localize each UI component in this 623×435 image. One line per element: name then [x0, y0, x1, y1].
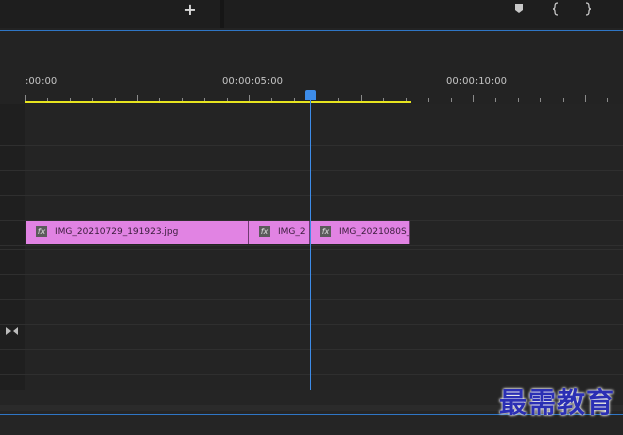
fx-icon: fx: [320, 226, 331, 237]
track-divider: [0, 274, 623, 275]
track-divider: [0, 324, 623, 325]
track-divider: [0, 249, 623, 250]
track-divider: [0, 195, 623, 196]
track-divider: [0, 145, 623, 146]
ruler-tick-label: 00:00:05:00: [222, 76, 284, 87]
add-button[interactable]: +: [181, 1, 199, 19]
playhead-handle[interactable]: [305, 90, 316, 100]
track-divider: [0, 299, 623, 300]
in-point-icon[interactable]: [550, 2, 562, 16]
ruler-tick-label: :00:00: [25, 76, 58, 87]
track-divider: [0, 245, 623, 246]
work-area-bar[interactable]: [25, 101, 411, 103]
clip-3[interactable]: fx IMG_2021080S_: [310, 221, 410, 244]
clip-1[interactable]: fx IMG_20210729_191923.jpg: [26, 221, 249, 244]
clip-label: IMG_20210729_191923.jpg: [55, 227, 179, 237]
track-divider: [0, 374, 623, 375]
track-header-panel: [0, 104, 25, 390]
playhead-line[interactable]: [310, 98, 311, 390]
marker-icon[interactable]: [513, 2, 525, 16]
timeline-toolbar: [0, 0, 623, 28]
clip-label: IMG_2: [278, 227, 306, 237]
track-divider: [0, 349, 623, 350]
track-area[interactable]: [25, 104, 623, 390]
ruler-tick-label: 00:00:10:00: [446, 76, 508, 87]
panel-focus-line-top: [0, 30, 623, 31]
fx-icon: fx: [36, 226, 47, 237]
track-divider: [0, 170, 623, 171]
fx-icon: fx: [259, 226, 270, 237]
clip-2[interactable]: fx IMG_2: [249, 221, 310, 244]
clip-label: IMG_2021080S_: [339, 227, 410, 237]
watermark: 最需教育: [498, 386, 615, 419]
panel-divider: [220, 0, 224, 28]
collapse-icon[interactable]: [5, 325, 19, 337]
out-point-icon[interactable]: [582, 2, 594, 16]
